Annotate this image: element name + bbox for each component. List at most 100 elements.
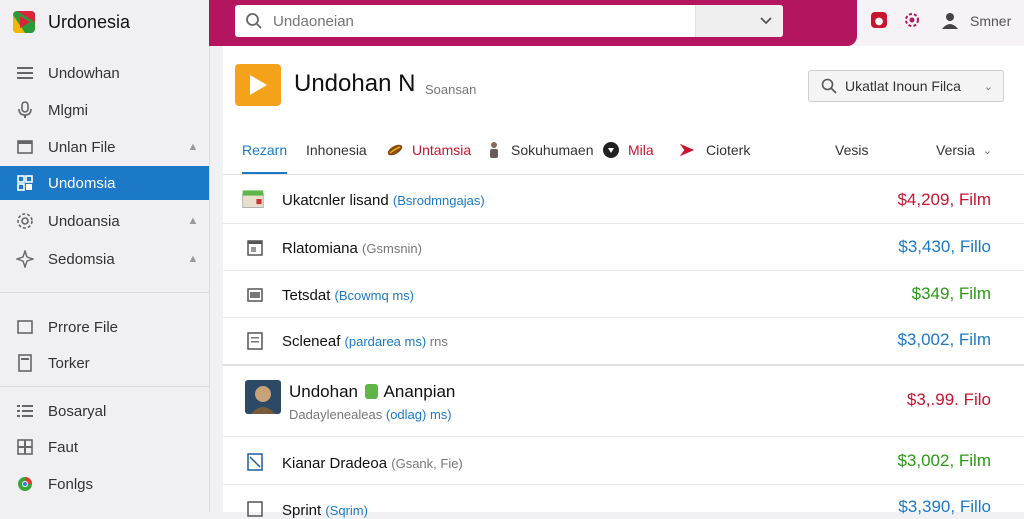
search-icon [821, 78, 837, 94]
tab-versia[interactable]: Versia ⌄ [936, 128, 992, 172]
row-description: Dadaylenealeas (odlag) ms) [289, 407, 452, 422]
notification-icon[interactable]: ● [869, 10, 889, 30]
tab-rezarn[interactable]: Rezarn [242, 128, 288, 174]
row-name: Sprint (Sqrim) [282, 502, 368, 519]
tab-sokuhumaen[interactable]: Sokuhumaen [485, 128, 594, 172]
page-subtitle: Soansan [425, 82, 477, 97]
sidebar-item-faut[interactable]: Faut [0, 430, 209, 464]
table-row[interactable]: Kianar Dradeoa (Gsank, Fie) $3,002, Film [223, 437, 1024, 485]
window-icon [16, 138, 34, 156]
edit-icon [245, 452, 265, 472]
row-subtitle: (odlag) ms) [385, 407, 452, 422]
star-icon [16, 250, 34, 268]
row-name: Kianar Dradeoa (Gsank, Fie) [282, 455, 463, 472]
table-row[interactable]: Sprint (Sqrim) $3,390, Fillo [223, 485, 1024, 519]
row-subtitle: (Gsank, Fie) [391, 456, 463, 471]
table-row[interactable]: Tetsdat (Bcowmq ms) $349, Film [223, 271, 1024, 318]
chevron-up-icon[interactable]: ▲ [185, 215, 201, 227]
list-icon [16, 402, 34, 420]
table-row[interactable]: Scleneaf (pardarea ms) rns $3,002, Film [223, 318, 1024, 364]
tab-inhonesia[interactable]: Inhonesia [306, 128, 367, 172]
svg-text:●: ● [875, 16, 884, 27]
document-icon [245, 331, 265, 351]
tab-label: Rezarn [242, 142, 288, 158]
package-icon [242, 189, 265, 209]
menu-icon [16, 64, 34, 82]
tab-label: Inhonesia [306, 142, 367, 158]
user-name[interactable]: Smner [970, 13, 1011, 29]
sidebar-item-label: Prrore File [48, 318, 119, 336]
table-row[interactable]: Undohan Ananpian Dadaylenealeas (odlag) … [223, 366, 1024, 437]
sidebar-divider [0, 386, 209, 387]
page-logo [235, 64, 281, 106]
tab-untamsia[interactable]: Untamsia [386, 128, 471, 172]
chevron-up-icon[interactable]: ▲ [185, 141, 201, 153]
sidebar: Urdonesia Undowhan Mlgmi Unlan File ▲ Un… [0, 0, 210, 512]
sidebar-item-bosaryal[interactable]: Bosaryal [0, 394, 209, 428]
document-icon [16, 354, 34, 372]
row-subtitle: (pardarea ms) [344, 334, 427, 349]
brand[interactable]: Urdonesia [12, 8, 130, 36]
settings-icon[interactable] [902, 10, 922, 30]
table-row[interactable]: Ukatcnler lisand (Bsrodmngajas) $4,209, … [223, 176, 1024, 224]
row-name: Ukatcnler lisand (Bsrodmngajas) [282, 192, 485, 209]
tab-bar: Rezarn Inhonesia Untamsia Sokuhumaen Mil… [223, 128, 1024, 175]
sidebar-item-label: Undomsia [48, 174, 116, 192]
sidebar-item-label: Mlgmi [48, 101, 88, 119]
window-icon [245, 285, 265, 305]
avatar-icon [245, 380, 281, 414]
sidebar-item-label: Torker [48, 354, 90, 372]
figure-icon [485, 141, 503, 159]
row-price: $3,.99. Filo [906, 390, 991, 409]
tab-mila[interactable]: Mila [602, 128, 654, 172]
row-price: $349, Film [911, 284, 991, 303]
chevron-down-icon[interactable]: ⌄ [983, 144, 992, 157]
row-subtitle: (Bsrodmngajas) [392, 193, 485, 208]
tab-label: Vesis [835, 142, 869, 158]
sidebar-item-unlan-file[interactable]: Unlan File ▲ [0, 130, 209, 164]
row-price: $3,390, Fillo [898, 497, 991, 516]
tab-cioterk[interactable]: Cioterk [678, 128, 750, 172]
chevron-up-icon[interactable]: ▲ [185, 253, 201, 265]
row-price: $3,002, Film [897, 330, 991, 349]
sidebar-item-label: Undowhan [48, 64, 120, 82]
mila-icon [602, 141, 620, 159]
chevron-down-icon: ⌄ [983, 80, 993, 93]
file-icon [245, 238, 265, 258]
mic-icon [16, 101, 34, 119]
search-input[interactable] [271, 11, 695, 31]
play-icon [250, 75, 267, 95]
search-dropdown-button[interactable] [695, 5, 783, 37]
grid-plus-icon [16, 438, 34, 456]
search-box[interactable] [235, 5, 783, 37]
tab-label: Untamsia [412, 142, 472, 158]
filter-dropdown[interactable]: Ukatlat Inoun Filca ⌄ [808, 70, 1004, 102]
arrow-icon [678, 141, 696, 159]
app-logo-icon [13, 11, 35, 33]
sidebar-item-torker[interactable]: Torker [0, 346, 209, 380]
row-name: Tetsdat (Bcowmq ms) [282, 287, 414, 304]
chevron-down-icon [760, 17, 772, 25]
row-price: $3,430, Fillo [898, 237, 991, 256]
row-subtitle: (Bcowmq ms) [334, 288, 414, 303]
sidebar-item-fonlgs[interactable]: Fonlgs [0, 467, 209, 501]
sidebar-item-undoansia[interactable]: Undoansia ▲ [0, 204, 209, 238]
row-price: $3,002, Film [897, 451, 991, 470]
row-subtitle: (Gsmsnin) [362, 241, 422, 256]
brand-name: Urdonesia [48, 11, 131, 32]
row-name: Rlatomiana (Gsmsnin) [282, 240, 422, 257]
avatar[interactable] [940, 10, 960, 30]
tab-label: Cioterk [706, 142, 751, 158]
sidebar-item-undomsia[interactable]: Undomsia [0, 166, 209, 200]
sidebar-item-label: Unlan File [48, 138, 116, 156]
sidebar-item-label: Undoansia [48, 212, 120, 230]
table-row[interactable]: Rlatomiana (Gsmsnin) $3,430, Fillo [223, 224, 1024, 271]
page-title: Undohan N [294, 70, 416, 97]
sidebar-item-sedomsia[interactable]: Sedomsia ▲ [0, 242, 209, 276]
grid-icon [16, 174, 34, 192]
sidebar-item-prrore-file[interactable]: Prrore File [0, 310, 209, 344]
tab-vesis[interactable]: Vesis [835, 128, 868, 172]
sidebar-item-mlgmi[interactable]: Mlgmi [0, 93, 209, 127]
sidebar-item-undowhan[interactable]: Undowhan [0, 56, 209, 90]
sidebar-item-label: Bosaryal [48, 402, 107, 420]
